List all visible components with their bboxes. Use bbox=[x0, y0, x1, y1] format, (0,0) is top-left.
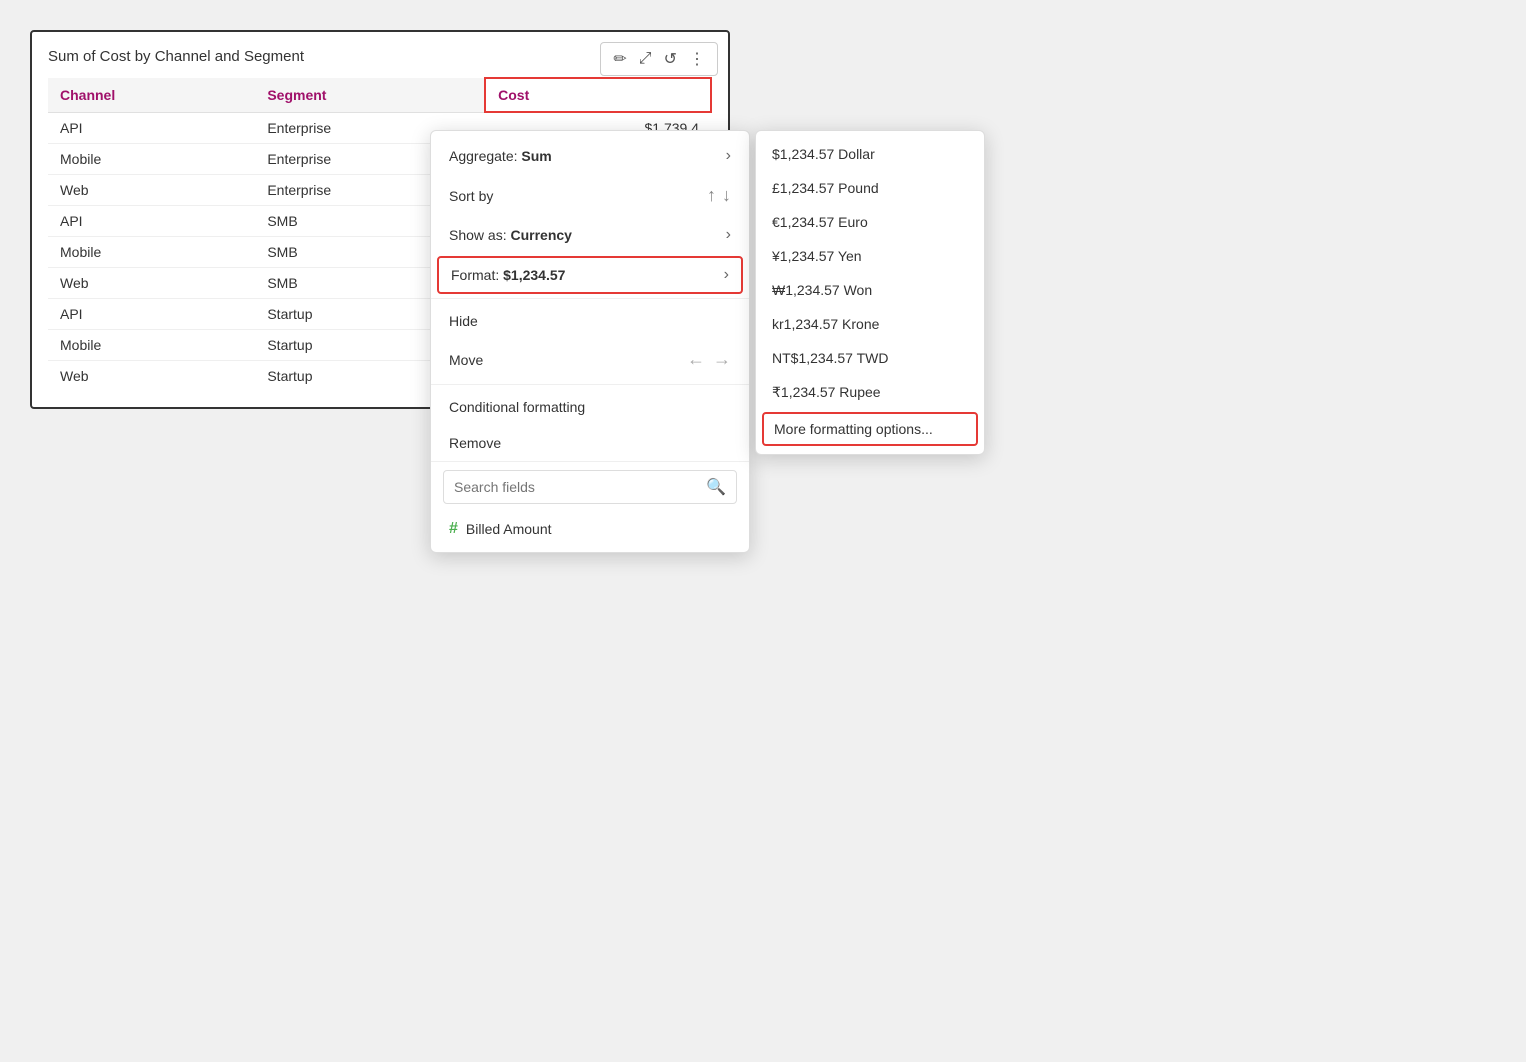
show-as-menu-item[interactable]: Show as: Currency › bbox=[431, 216, 749, 254]
divider-2 bbox=[431, 384, 749, 385]
format-submenu-item[interactable]: ₹1,234.57 Rupee bbox=[756, 375, 984, 410]
format-submenu-item[interactable]: More formatting options... bbox=[762, 412, 978, 446]
move-left-icon[interactable]: ← bbox=[687, 349, 705, 370]
move-label: Move bbox=[449, 352, 483, 368]
cost-header[interactable]: Cost bbox=[485, 78, 711, 112]
more-icon[interactable]: ⋮ bbox=[685, 47, 709, 71]
format-submenu-item[interactable]: NT$1,234.57 TWD bbox=[756, 341, 984, 375]
aggregate-chevron: › bbox=[726, 147, 731, 165]
hide-label: Hide bbox=[449, 313, 478, 329]
channel-cell: API bbox=[48, 112, 255, 144]
sort-by-label: Sort by bbox=[449, 188, 493, 204]
format-submenu-item[interactable]: $1,234.57 Dollar bbox=[756, 137, 984, 171]
expand-icon[interactable]: ⤢ bbox=[635, 48, 656, 70]
sort-desc-icon[interactable]: ↓ bbox=[722, 185, 731, 206]
search-field-wrapper: 🔍 bbox=[443, 470, 737, 504]
channel-cell: API bbox=[48, 206, 255, 237]
move-arrows: ← → bbox=[687, 349, 731, 370]
format-submenu-item[interactable]: €1,234.57 Euro bbox=[756, 205, 984, 239]
channel-cell: Mobile bbox=[48, 330, 255, 361]
divider-1 bbox=[431, 298, 749, 299]
format-submenu-item[interactable]: £1,234.57 Pound bbox=[756, 171, 984, 205]
format-submenu-item[interactable]: kr1,234.57 Krone bbox=[756, 307, 984, 341]
format-submenu: $1,234.57 Dollar£1,234.57 Pound€1,234.57… bbox=[755, 130, 985, 455]
move-menu-item[interactable]: Move ← → bbox=[431, 339, 749, 380]
format-submenu-item[interactable]: ¥1,234.57 Yen bbox=[756, 239, 984, 273]
aggregate-label: Aggregate: Sum bbox=[449, 148, 552, 164]
show-as-label: Show as: Currency bbox=[449, 227, 572, 243]
format-chevron: › bbox=[724, 266, 729, 284]
hash-icon: # bbox=[449, 520, 458, 538]
channel-cell: API bbox=[48, 299, 255, 330]
conditional-formatting-menu-item[interactable]: Conditional formatting bbox=[431, 389, 749, 425]
conditional-formatting-label: Conditional formatting bbox=[449, 399, 585, 415]
show-as-chevron: › bbox=[726, 226, 731, 244]
context-menu: Aggregate: Sum › Sort by ↑ ↓ Show as: Cu… bbox=[430, 130, 750, 553]
undo-icon[interactable]: ↺ bbox=[660, 47, 681, 71]
format-menu-item[interactable]: Format: $1,234.57 › bbox=[437, 256, 743, 294]
billed-amount-row[interactable]: # Billed Amount bbox=[431, 512, 749, 546]
search-input[interactable] bbox=[454, 479, 706, 495]
search-field-container: 🔍 bbox=[431, 461, 749, 512]
format-submenu-item[interactable]: ₩1,234.57 Won bbox=[756, 273, 984, 307]
channel-cell: Web bbox=[48, 175, 255, 206]
channel-header[interactable]: Channel bbox=[48, 78, 255, 112]
channel-cell: Mobile bbox=[48, 144, 255, 175]
aggregate-menu-item[interactable]: Aggregate: Sum › bbox=[431, 137, 749, 175]
sort-asc-icon[interactable]: ↑ bbox=[707, 185, 716, 206]
channel-cell: Web bbox=[48, 268, 255, 299]
search-icon: 🔍 bbox=[706, 477, 726, 497]
sort-by-menu-item[interactable]: Sort by ↑ ↓ bbox=[431, 175, 749, 216]
chart-toolbar: ✏ ⤢ ↺ ⋮ bbox=[600, 42, 718, 76]
sort-icons: ↑ ↓ bbox=[707, 185, 731, 206]
segment-header[interactable]: Segment bbox=[255, 78, 485, 112]
hide-menu-item[interactable]: Hide bbox=[431, 303, 749, 339]
move-right-icon[interactable]: → bbox=[713, 349, 731, 370]
billed-amount-label: Billed Amount bbox=[466, 521, 552, 537]
format-label: Format: $1,234.57 bbox=[451, 267, 565, 283]
remove-label: Remove bbox=[449, 435, 501, 451]
edit-icon[interactable]: ✏ bbox=[609, 47, 630, 71]
channel-cell: Mobile bbox=[48, 237, 255, 268]
remove-menu-item[interactable]: Remove bbox=[431, 425, 749, 461]
channel-cell: Web bbox=[48, 361, 255, 392]
